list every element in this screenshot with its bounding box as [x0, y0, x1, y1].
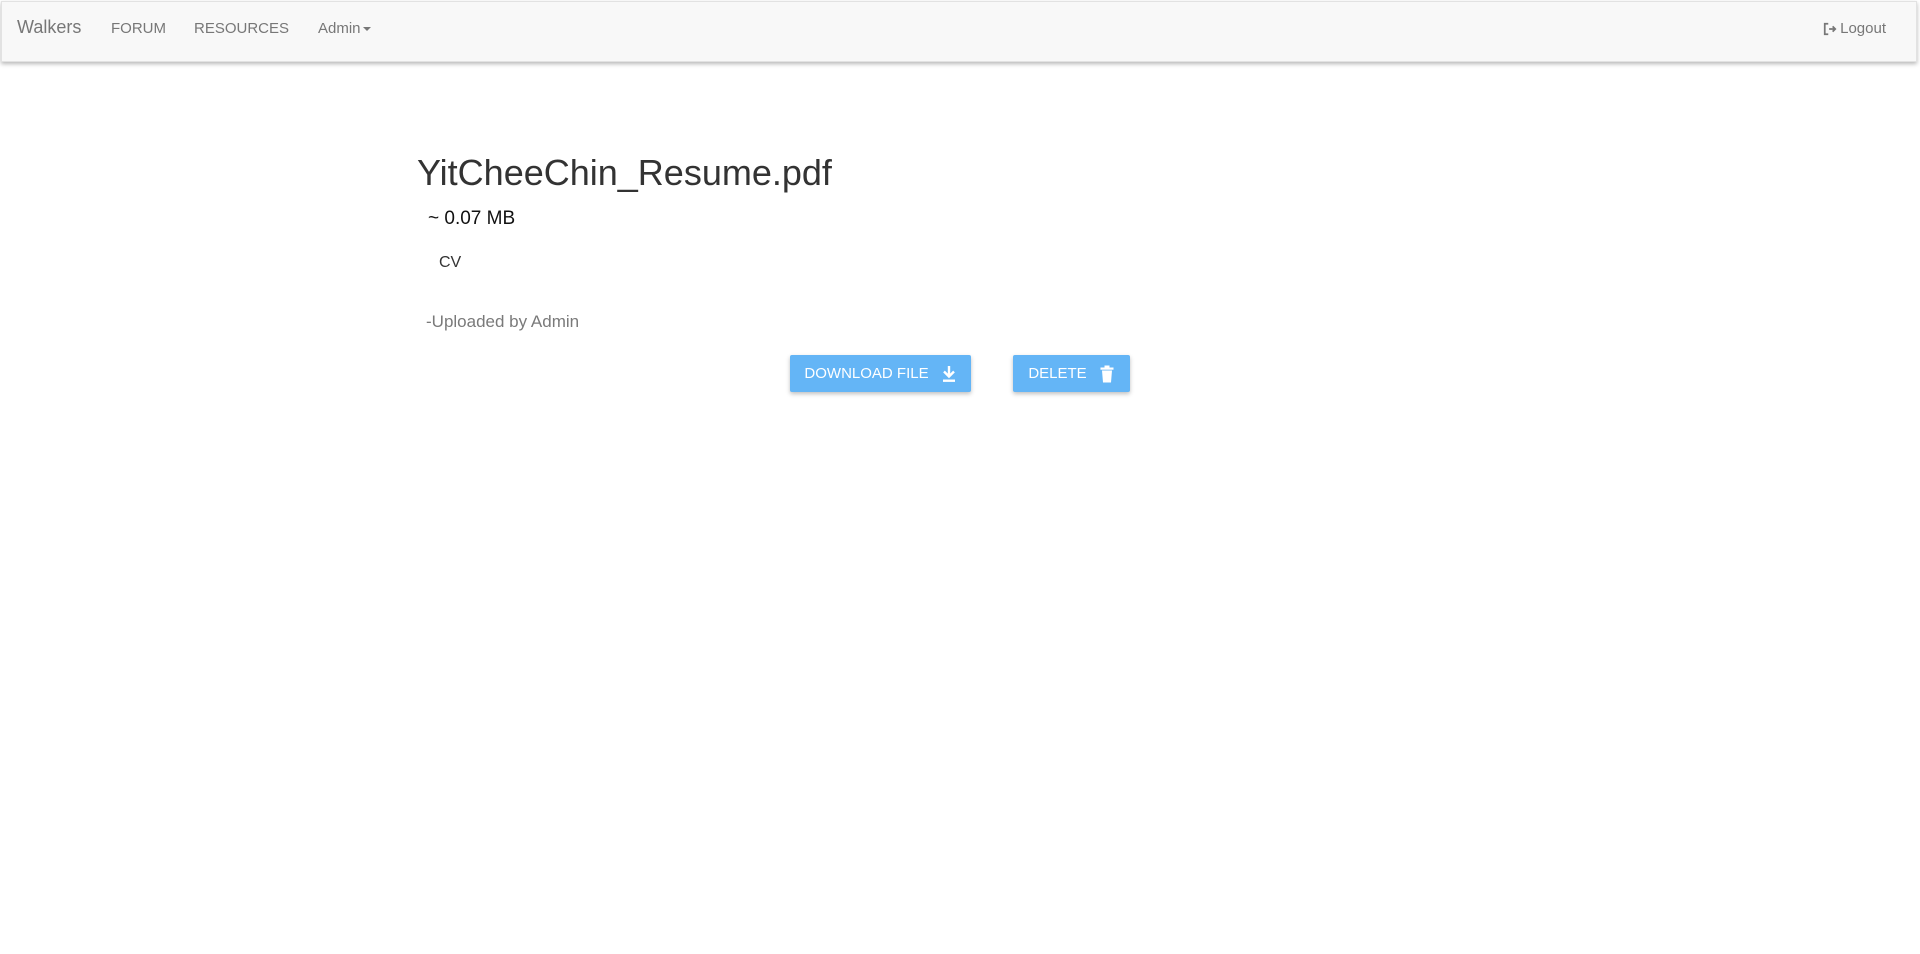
logout-label: Logout	[1840, 20, 1886, 37]
delete-button-label: DELETE	[1028, 365, 1087, 382]
logout-icon	[1823, 22, 1837, 35]
nav-admin-dropdown[interactable]: Admin	[318, 20, 371, 37]
nav-forum-link[interactable]: FORUM	[111, 20, 166, 37]
file-title: YitCheeChin_Resume.pdf	[417, 152, 832, 193]
file-size: ~ 0.07 MB	[428, 208, 516, 229]
uploaded-by-text: -Uploaded by Admin	[426, 312, 580, 331]
nav-admin-label: Admin	[318, 20, 361, 37]
download-button-label: DOWNLOAD FILE	[804, 365, 929, 382]
download-file-button[interactable]: DOWNLOAD FILE	[790, 355, 971, 392]
brand-link[interactable]: Walkers	[17, 17, 81, 38]
download-icon	[942, 365, 955, 382]
nav-resources-link[interactable]: RESOURCES	[194, 20, 289, 37]
file-description: CV	[439, 254, 462, 271]
top-navbar: Walkers FORUM RESOURCES Admin Logout	[1, 1, 1917, 62]
caret-down-icon	[362, 27, 371, 32]
delete-button[interactable]: DELETE	[1013, 355, 1130, 392]
trash-icon	[1100, 365, 1114, 382]
logout-link[interactable]: Logout	[1823, 20, 1886, 37]
